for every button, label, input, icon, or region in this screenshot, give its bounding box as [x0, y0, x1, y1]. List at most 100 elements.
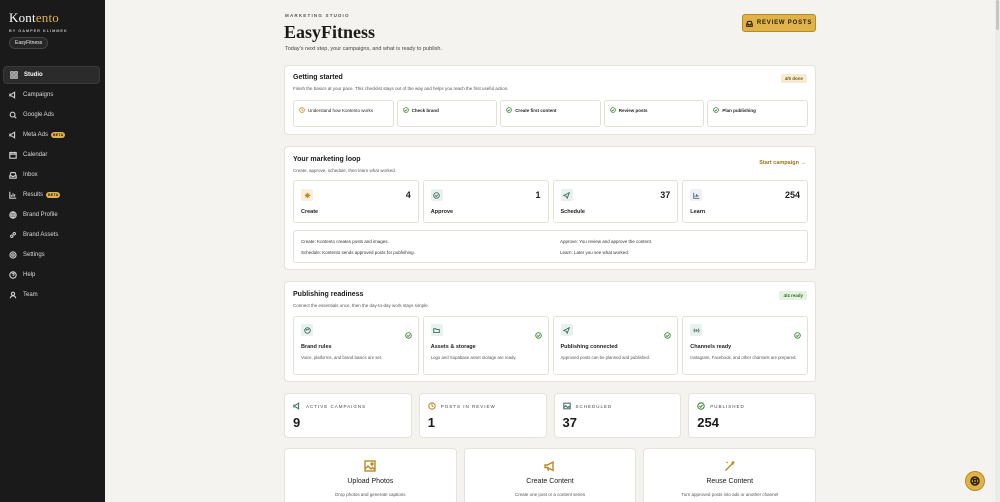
reuse-content-action[interactable]: Reuse Content Turn approved posts into a… — [643, 448, 817, 502]
scrollbar-thumb[interactable] — [996, 0, 999, 30]
stat-value: 254 — [697, 415, 719, 430]
sidebar-item-label: Inbox — [23, 172, 38, 178]
page-scrollbar[interactable] — [995, 0, 1000, 502]
step-label: Create first content — [515, 107, 557, 113]
create-content-action[interactable]: Create Content Create one post or a cont… — [463, 448, 637, 502]
stat-scheduled[interactable]: SCHEDULED 37 — [553, 393, 682, 438]
sidebar-item-calendar[interactable]: Calendar — [3, 146, 100, 164]
palette-icon — [301, 324, 313, 336]
readiness-publishing-connected[interactable]: Publishing connected Approved posts can … — [552, 316, 679, 375]
help-chat-button[interactable] — [965, 471, 985, 491]
sidebar-item-results[interactable]: Results BETA — [3, 186, 100, 204]
readiness-brand-rules[interactable]: Brand rules Voice, platforms, and brand … — [293, 316, 419, 375]
page-kicker: MARKETING STUDIO — [285, 13, 350, 18]
action-description: Drop photos and generate captions — [335, 492, 406, 497]
sidebar-item-brand-profile[interactable]: Brand Profile — [3, 206, 100, 224]
check-circle-icon — [713, 107, 720, 113]
inbox-icon — [9, 171, 17, 179]
start-campaign-link[interactable]: Start campaign → — [759, 160, 806, 166]
card-title: Publishing readiness — [293, 291, 364, 298]
review-posts-button[interactable]: REVIEW POSTS — [742, 14, 816, 32]
checklist-step-understand[interactable]: Understand how Kontento works — [293, 100, 394, 127]
readiness-badge: 4/4 ready — [779, 291, 807, 300]
link-icon — [9, 231, 17, 239]
checklist-step-create-content[interactable]: Create first content — [500, 100, 601, 127]
stats-row: ACTIVE CAMPAIGNS 9 POSTS IN REVIEW 1 SCH… — [284, 393, 816, 438]
tile-label: Create — [301, 209, 319, 215]
readiness-description: Approved posts can be planned and publis… — [560, 355, 651, 360]
stat-label: SCHEDULED — [575, 403, 613, 409]
sidebar-item-settings[interactable]: Settings — [3, 246, 100, 264]
sidebar-item-google-ads[interactable]: Google Ads — [3, 106, 100, 124]
calendar-icon — [9, 151, 17, 159]
search-icon — [9, 111, 17, 119]
card-description: Finish the basics at your pace. This che… — [293, 86, 509, 91]
sidebar-item-brand-assets[interactable]: Brand Assets — [3, 226, 100, 244]
check-circle-icon — [697, 402, 705, 410]
note-create: Create: Kontento creates posts and image… — [301, 239, 389, 244]
upload-photos-action[interactable]: Upload Photos Drop photos and generate c… — [284, 448, 457, 502]
review-posts-label: REVIEW POSTS — [756, 20, 813, 26]
step-label: Plan publishing — [722, 107, 756, 113]
action-title: Create Content — [526, 478, 574, 485]
workspace-switcher[interactable]: EasyFitness — [9, 37, 49, 49]
user-icon — [9, 291, 17, 299]
stat-active-campaigns[interactable]: ACTIVE CAMPAIGNS 9 — [284, 393, 412, 438]
megaphone-icon — [9, 91, 17, 99]
wand-icon — [724, 459, 736, 471]
action-title: Upload Photos — [347, 478, 394, 485]
readiness-channels-ready[interactable]: Channels ready Instagram, Facebook, and … — [682, 316, 808, 375]
stat-value: 1 — [427, 415, 435, 430]
sidebar-item-label: Studio — [24, 72, 43, 78]
check-circle-icon — [402, 107, 409, 113]
loop-tile-schedule[interactable]: 37 Schedule — [552, 180, 679, 223]
page-subtitle: Today's next step, your campaigns, and w… — [285, 46, 442, 52]
loop-tiles: 4 Create 1 Approve 37 Schedule 254 Learn — [293, 180, 808, 223]
checklist-step-review-posts[interactable]: Review posts — [603, 100, 705, 127]
brand-logo[interactable]: Kontento BY GAMPER KLIMMEK — [9, 10, 68, 33]
sidebar-item-team[interactable]: Team — [3, 286, 100, 304]
step-label: Review posts — [618, 107, 648, 113]
note-schedule: Schedule: Kontento sends approved posts … — [301, 250, 415, 255]
loop-notes: Create: Kontento creates posts and image… — [293, 230, 808, 263]
stat-label: PUBLISHED — [710, 403, 745, 409]
action-description: Turn approved posts into ads or another … — [681, 492, 779, 497]
step-label: Understand how Kontento works — [308, 107, 374, 113]
sidebar-item-inbox[interactable]: Inbox — [3, 166, 100, 184]
loop-tile-learn[interactable]: 254 Learn — [682, 180, 808, 223]
grid-icon — [10, 71, 18, 79]
card-title: Getting started — [293, 74, 343, 81]
sidebar-item-meta-ads[interactable]: Meta Ads BETA — [3, 126, 100, 144]
sidebar-item-help[interactable]: Help — [3, 266, 100, 284]
image-icon — [364, 459, 377, 472]
globe-icon — [9, 211, 17, 219]
checklist-step-check-brand[interactable]: Check brand — [396, 100, 498, 127]
sidebar-item-label: Settings — [23, 252, 45, 258]
stat-posts-in-review[interactable]: POSTS IN REVIEW 1 — [418, 393, 547, 438]
readiness-assets-storage[interactable]: Assets & storage Logo and Supabase asset… — [422, 316, 549, 375]
tile-count: 4 — [405, 190, 411, 200]
image-icon — [562, 402, 571, 410]
send-icon — [560, 189, 573, 201]
sidebar-item-label: Brand Profile — [23, 212, 58, 218]
loop-tile-create[interactable]: 4 Create — [293, 180, 419, 223]
readiness-title: Publishing connected — [560, 344, 618, 350]
beta-badge: BETA — [46, 192, 61, 198]
step-label: Check brand — [411, 107, 439, 113]
tile-label: Learn — [690, 209, 706, 215]
chart-icon — [9, 191, 17, 199]
sidebar-item-studio[interactable]: Studio — [3, 66, 100, 84]
checklist-step-plan-publishing[interactable]: Plan publishing — [707, 100, 808, 127]
sidebar-item-campaigns[interactable]: Campaigns — [3, 86, 100, 104]
main-content: MARKETING STUDIO EasyFitness Today's nex… — [105, 0, 995, 502]
card-description: Connect the essentials once, then the da… — [293, 303, 429, 308]
inbox-icon — [746, 20, 753, 27]
sidebar-item-label: Results — [23, 192, 44, 198]
stat-published[interactable]: PUBLISHED 254 — [688, 393, 816, 438]
sidebar-item-label: Campaigns — [23, 92, 54, 98]
brand-name: Kontento — [9, 10, 59, 25]
publishing-readiness-card: Publishing readiness Connect the essenti… — [284, 281, 816, 382]
broadcast-icon — [690, 324, 703, 336]
sidebar-item-label: Google Ads — [23, 112, 55, 118]
loop-tile-approve[interactable]: 1 Approve — [422, 180, 549, 223]
